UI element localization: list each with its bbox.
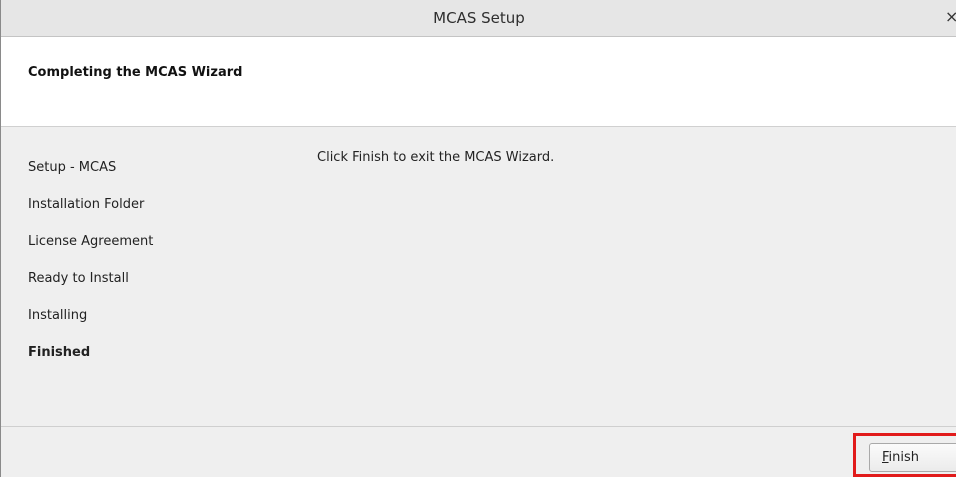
- step-license-agreement: License Agreement: [28, 234, 154, 249]
- step-installing: Installing: [28, 308, 88, 323]
- setup-window: MCAS Setup × Completing the MCAS Wizard …: [0, 0, 956, 477]
- page-title: Completing the MCAS Wizard: [28, 65, 243, 80]
- finish-label-rest: inish: [888, 450, 920, 465]
- finish-button-highlight: Finish: [853, 433, 956, 477]
- title-bar[interactable]: MCAS Setup ×: [1, 0, 956, 37]
- finish-button[interactable]: Finish: [869, 443, 956, 472]
- step-ready-to-install: Ready to Install: [28, 271, 129, 286]
- footer-divider: [1, 426, 956, 427]
- step-installation-folder: Installation Folder: [28, 197, 145, 212]
- step-finished: Finished: [28, 345, 91, 360]
- step-setup: Setup - MCAS: [28, 160, 117, 175]
- wizard-header: Completing the MCAS Wizard: [1, 37, 956, 127]
- finish-message: Click Finish to exit the MCAS Wizard.: [317, 150, 555, 165]
- close-icon[interactable]: ×: [945, 8, 956, 26]
- window-title: MCAS Setup: [433, 9, 525, 27]
